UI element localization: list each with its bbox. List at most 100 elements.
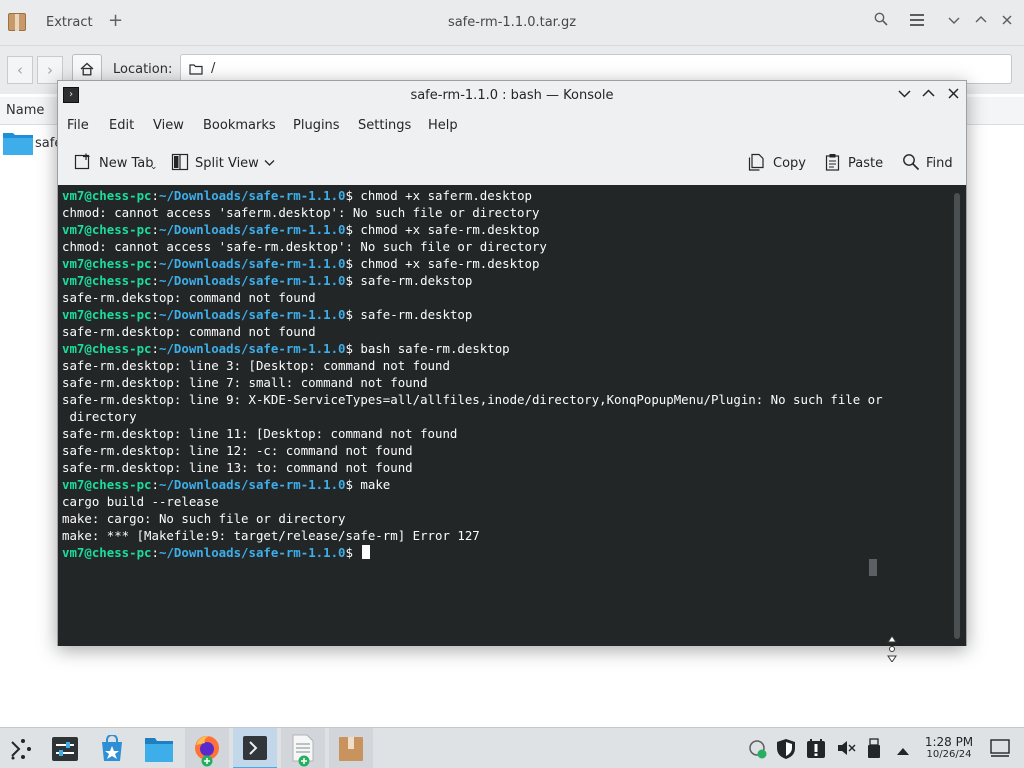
folder-icon [3, 133, 33, 155]
konsole-app-icon: › [63, 87, 79, 103]
system-settings-launcher[interactable] [44, 728, 88, 768]
clock-time: 1:28 PM [924, 735, 974, 749]
ark-minimize-icon[interactable] [948, 12, 960, 30]
prompt-user: vm7@chess-pc [62, 545, 152, 560]
prompt-separator: : [151, 188, 159, 203]
plus-badge-icon [201, 755, 213, 767]
column-name-label: Name [6, 103, 45, 118]
taskbar: 1:28 PM 10/26/24 [0, 727, 1024, 768]
search-icon[interactable] [874, 12, 888, 30]
prompt-path: ~/Downloads/safe-rm-1.1.0 [159, 545, 346, 560]
prompt-path: ~/Downloads/safe-rm-1.1.0 [159, 341, 346, 356]
ark-icon [339, 737, 363, 761]
notifications-icon[interactable] [805, 738, 827, 764]
prompt-dollar: $ [345, 545, 353, 560]
paste-button[interactable]: Paste [824, 153, 886, 175]
resize-cursor-icon [887, 635, 897, 666]
prompt-path: ~/Downloads/safe-rm-1.1.0 [159, 307, 346, 322]
command-text: make [352, 477, 391, 492]
menu-help[interactable]: Help [428, 118, 458, 133]
chevron-down-icon [264, 160, 275, 166]
konsole-titlebar[interactable]: › safe-rm-1.1.0 : bash — Konsole [58, 81, 966, 109]
terminal-scroll-marker [869, 559, 877, 576]
dolphin-icon [145, 738, 173, 762]
find-button[interactable]: Find [902, 153, 958, 175]
terminal-command-line: vm7@chess-pc:~/Downloads/safe-rm-1.1.0$ … [62, 187, 950, 204]
prompt-separator: : [151, 545, 159, 560]
terminal-output-line: safe-rm.desktop: line 12: -c: command no… [62, 443, 413, 458]
konsole-maximize-icon[interactable] [922, 86, 935, 104]
updates-icon[interactable] [748, 739, 768, 763]
menu-edit[interactable]: Edit [109, 118, 134, 133]
discover-launcher[interactable] [90, 728, 134, 768]
prompt-dollar: $ [345, 307, 353, 322]
command-text: chmod +x saferm.desktop [352, 188, 533, 203]
konsole-icon [243, 736, 267, 760]
konsole-task-button[interactable] [233, 728, 277, 768]
copy-button[interactable]: Copy [748, 153, 808, 175]
split-view-icon [171, 153, 189, 171]
terminal-scrollbar[interactable] [954, 193, 960, 639]
text-editor-launcher[interactable] [281, 728, 325, 768]
prompt-user: vm7@chess-pc [62, 188, 152, 203]
volume-muted-icon[interactable] [836, 738, 856, 762]
terminal-command-line: vm7@chess-pc:~/Downloads/safe-rm-1.1.0$ … [62, 306, 950, 323]
prompt-user: vm7@chess-pc [62, 273, 152, 288]
clock[interactable]: 1:28 PM 10/26/24 [917, 736, 981, 761]
prompt-user: vm7@chess-pc [62, 341, 152, 356]
list-item[interactable]: safe [0, 128, 62, 158]
plus-badge-icon [298, 755, 310, 767]
prompt-dollar: $ [345, 341, 353, 356]
konsole-minimize-icon[interactable] [898, 86, 911, 104]
usb-device-icon[interactable] [867, 738, 881, 764]
menu-settings[interactable]: Settings [358, 118, 411, 133]
ark-maximize-icon[interactable] [975, 12, 987, 30]
clock-date: 10/26/24 [926, 749, 972, 760]
dolphin-launcher[interactable] [137, 728, 181, 768]
prompt-separator: : [151, 256, 159, 271]
konsole-close-icon[interactable] [947, 86, 960, 104]
new-tab-button[interactable]: New Tab ⌄ [74, 153, 158, 175]
command-text: safe-rm.dekstop [352, 273, 473, 288]
firefox-launcher[interactable] [185, 728, 229, 768]
prompt-separator: : [151, 307, 159, 322]
menu-file[interactable]: File [67, 118, 89, 133]
prompt-separator: : [151, 273, 159, 288]
terminal-view[interactable]: vm7@chess-pc:~/Downloads/safe-rm-1.1.0$ … [58, 185, 966, 646]
prompt-dollar: $ [345, 222, 353, 237]
terminal-cursor [362, 545, 371, 559]
terminal-output-line: chmod: cannot access 'saferm.desktop': N… [62, 205, 540, 220]
konsole-window-title: safe-rm-1.1.0 : bash — Konsole [410, 88, 614, 103]
prompt-path: ~/Downloads/safe-rm-1.1.0 [159, 188, 346, 203]
menu-bookmarks[interactable]: Bookmarks [203, 118, 276, 133]
show-desktop-icon[interactable] [990, 739, 1010, 761]
paste-label: Paste [848, 156, 884, 171]
menu-view[interactable]: View [153, 118, 184, 133]
shield-icon[interactable] [776, 738, 796, 764]
back-arrow-icon[interactable]: ‹ [7, 56, 33, 84]
tray-expand-arrow-icon[interactable] [896, 741, 910, 760]
konsole-toolbar: New Tab ⌄ Split View Copy Paste Find [58, 143, 966, 185]
hamburger-menu-icon[interactable] [910, 12, 924, 30]
menu-plugins[interactable]: Plugins [293, 118, 340, 133]
terminal-output-line: make: cargo: No such file or directory [62, 511, 346, 526]
ark-task-button[interactable] [329, 728, 373, 768]
prompt-separator: : [151, 341, 159, 356]
terminal-output-line: chmod: cannot access 'safe-rm.desktop': … [62, 239, 547, 254]
discover-icon [102, 735, 122, 761]
prompt-dollar: $ [345, 256, 353, 271]
application-launcher-button[interactable] [0, 728, 44, 768]
ark-close-icon[interactable] [1001, 12, 1013, 30]
split-view-button[interactable]: Split View [171, 153, 281, 175]
copy-icon [748, 153, 764, 171]
terminal-output-line: safe-rm.desktop: line 11: [Desktop: comm… [62, 426, 458, 441]
prompt-separator: : [151, 222, 159, 237]
prompt-user: vm7@chess-pc [62, 307, 152, 322]
command-text: safe-rm.desktop [352, 307, 473, 322]
terminal-output: vm7@chess-pc:~/Downloads/safe-rm-1.1.0$ … [62, 187, 950, 561]
new-tab-plus-icon[interactable]: + [108, 10, 123, 31]
terminal-command-line: vm7@chess-pc:~/Downloads/safe-rm-1.1.0$ … [62, 221, 950, 238]
application-launcher-icon [11, 739, 31, 760]
ark-extract-tab[interactable]: Extract [46, 15, 93, 30]
system-settings-icon [52, 737, 78, 761]
